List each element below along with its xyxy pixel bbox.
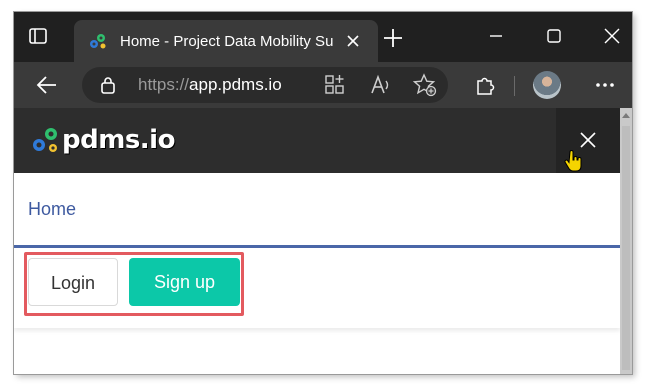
site-nav: Home [14, 173, 620, 248]
apps-icon[interactable] [322, 72, 348, 98]
close-icon[interactable] [342, 30, 364, 52]
site-brand[interactable]: pdms.io [62, 124, 175, 156]
close-window-icon[interactable] [598, 22, 626, 50]
tab-title: Home - Project Data Mobility Su [120, 33, 334, 50]
favorites-add-icon[interactable] [412, 72, 438, 98]
signup-button[interactable]: Sign up [129, 258, 240, 306]
pdms-logo-icon[interactable] [30, 124, 62, 156]
scroll-thumb[interactable] [622, 126, 630, 370]
read-aloud-icon[interactable] [368, 72, 394, 98]
browser-window: Home - Project Data Mobility Su https://… [14, 12, 632, 374]
minimize-icon[interactable] [482, 22, 510, 50]
scroll-up-arrow-icon[interactable] [620, 110, 632, 122]
more-icon[interactable] [592, 72, 618, 98]
window-icon[interactable] [28, 26, 48, 46]
page-viewport: pdms.io Home Login Sign up [14, 108, 632, 374]
nav-link-home[interactable]: Home [28, 198, 76, 220]
toolbar-separator [514, 76, 515, 96]
pdms-logo-icon [90, 34, 106, 49]
browser-toolbar: https://app.pdms.io [14, 62, 632, 108]
lock-icon[interactable] [98, 75, 118, 95]
hand-cursor-icon [564, 150, 582, 172]
vertical-scrollbar[interactable] [620, 108, 632, 374]
url-host: app.pdms.io [189, 75, 282, 94]
close-icon [580, 132, 596, 148]
maximize-icon[interactable] [540, 22, 568, 50]
browser-tab[interactable]: Home - Project Data Mobility Su [74, 20, 378, 62]
site-header: pdms.io [14, 108, 620, 173]
plus-icon[interactable] [381, 26, 405, 50]
title-bar: Home - Project Data Mobility Su [14, 12, 632, 62]
url-text[interactable]: https://app.pdms.io [138, 75, 282, 95]
back-arrow-icon[interactable] [34, 72, 60, 98]
auth-bar: Login Sign up [14, 248, 620, 328]
puzzle-icon[interactable] [472, 72, 498, 98]
login-button[interactable]: Login [28, 258, 118, 306]
avatar[interactable] [533, 71, 561, 99]
url-scheme: https:// [138, 75, 190, 94]
